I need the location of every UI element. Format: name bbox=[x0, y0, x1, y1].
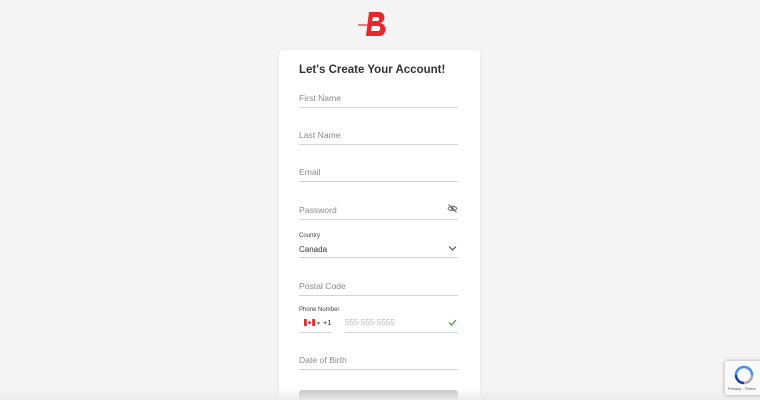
country-select[interactable]: Country Canada bbox=[299, 230, 458, 258]
dob-placeholder: Date of Birth bbox=[299, 355, 347, 365]
country-label: Country bbox=[299, 233, 321, 239]
last-name-field[interactable]: Last Name bbox=[299, 125, 458, 145]
email-placeholder: Email bbox=[299, 167, 321, 177]
country-value: Canada bbox=[299, 245, 328, 254]
form-title: Let's Create Your Account! bbox=[299, 64, 446, 76]
canada-flag-icon bbox=[304, 319, 315, 326]
eye-off-icon[interactable] bbox=[447, 204, 458, 213]
password-placeholder: Password bbox=[299, 205, 337, 215]
country-code-select[interactable]: ▼ +1 bbox=[299, 309, 332, 333]
email-field[interactable]: Email bbox=[299, 162, 458, 182]
phone-input[interactable]: 555-555-5555 bbox=[345, 309, 458, 333]
password-field[interactable]: Password bbox=[299, 200, 458, 220]
check-icon bbox=[448, 319, 457, 326]
phone-placeholder: 555-555-5555 bbox=[345, 318, 395, 327]
postal-code-field[interactable]: Postal Code bbox=[299, 276, 458, 296]
postal-code-placeholder: Postal Code bbox=[299, 281, 346, 291]
recaptcha-icon bbox=[734, 365, 754, 385]
first-name-field[interactable]: First Name bbox=[299, 88, 458, 108]
recaptcha-badge[interactable]: Privacy - Terms bbox=[725, 361, 760, 395]
bottom-fade bbox=[0, 388, 760, 400]
last-name-placeholder: Last Name bbox=[299, 130, 341, 140]
phone-group: ▼ +1 555-555-5555 bbox=[299, 309, 458, 333]
recaptcha-terms[interactable]: Privacy - Terms bbox=[728, 386, 755, 391]
dial-code: +1 bbox=[323, 318, 332, 327]
date-of-birth-field[interactable]: Date of Birth bbox=[299, 350, 458, 370]
caret-down-icon: ▼ bbox=[316, 321, 321, 327]
chevron-down-icon bbox=[448, 246, 457, 251]
first-name-placeholder: First Name bbox=[299, 93, 342, 103]
signup-card: Let's Create Your Account! First Name La… bbox=[279, 50, 480, 400]
brand-logo bbox=[358, 12, 386, 36]
